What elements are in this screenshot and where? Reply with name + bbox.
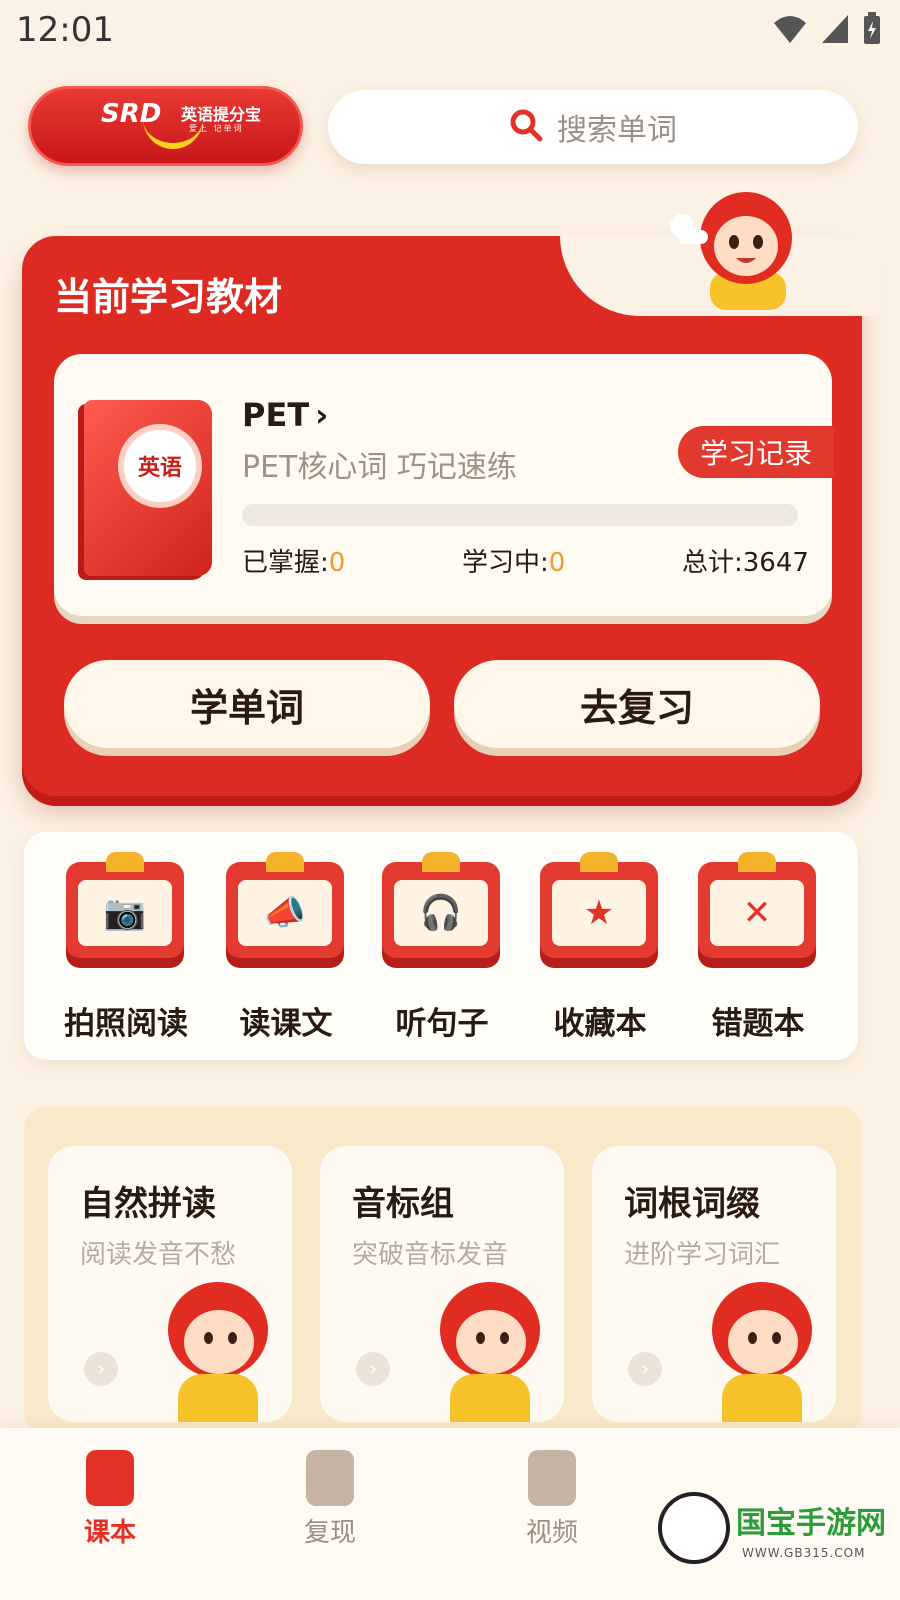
stat-mastered: 已掌握:0 <box>242 542 345 579</box>
mascot-illustration <box>162 1282 272 1422</box>
chevron-right-icon[interactable]: › <box>356 1352 390 1386</box>
chevron-right-icon[interactable]: › <box>628 1352 662 1386</box>
feature-title: 词根词缀 <box>624 1184 760 1224</box>
nav-item-review[interactable]: 复现 <box>270 1450 390 1560</box>
watermark-text: 国宝手游网 <box>736 1506 886 1541</box>
mascot-body <box>450 1374 530 1422</box>
book-title: PET <box>242 396 310 434</box>
chevron-right-icon: › <box>315 396 329 434</box>
feature-title: 自然拼读 <box>80 1184 216 1224</box>
tool-label: 拍照阅读 <box>64 1006 188 1042</box>
megaphone-icon: 📣 <box>238 880 332 946</box>
study-progress-bar <box>242 504 798 526</box>
tool-read-text[interactable]: 📣 读课文 <box>206 852 366 1042</box>
book-subtitle: PET核心词 巧记速练 <box>242 450 517 485</box>
tool-handle <box>106 852 144 872</box>
study-record-button[interactable]: 学习记录 <box>678 426 834 478</box>
app-logo: SRD 英语提分宝 爱上 记单词 <box>28 86 303 166</box>
logo-title: 英语提分宝 <box>181 105 262 124</box>
search-icon <box>509 108 543 146</box>
mascot-eye <box>476 1332 485 1344</box>
stat-total-value: 3647 <box>742 548 809 578</box>
tool-photo-reading[interactable]: 📷 拍照阅读 <box>46 852 206 1042</box>
feature-subtitle: 突破音标发音 <box>352 1240 509 1270</box>
mascot-face <box>456 1310 526 1374</box>
go-review-button[interactable]: 去复习 <box>454 660 820 748</box>
nav-item-video[interactable]: 视频 <box>492 1450 612 1560</box>
logo-subtitle: 爱上 记单词 <box>189 124 244 133</box>
book-cover-label: 英语 <box>118 424 202 508</box>
tool-label: 错题本 <box>711 1006 805 1042</box>
tool-favorites[interactable]: ★ 收藏本 <box>520 852 680 1042</box>
card-heading: 当前学习教材 <box>54 275 283 319</box>
mascot-eye <box>228 1332 237 1344</box>
stat-mastered-label: 已掌握: <box>242 548 329 578</box>
tool-handle <box>738 852 776 872</box>
mascot-eye <box>748 1332 757 1344</box>
stat-learning-value: 0 <box>548 548 566 578</box>
feature-title: 音标组 <box>352 1184 454 1224</box>
nav-label: 复现 <box>303 1518 356 1548</box>
tool-listen-sentences[interactable]: 🎧 听句子 <box>362 852 522 1042</box>
mascot-illustration <box>434 1282 544 1422</box>
mascot-eye <box>772 1332 781 1344</box>
tool-mistakes[interactable]: ✕ 错题本 <box>678 852 838 1042</box>
mascot-body <box>722 1374 802 1422</box>
wifi-icon <box>772 13 808 49</box>
nav-label: 视频 <box>525 1518 578 1548</box>
feature-card-roots-affixes[interactable]: 词根词缀 进阶学习词汇 › <box>592 1146 836 1422</box>
search-input[interactable]: 搜索单词 <box>328 90 858 164</box>
book-title-link[interactable]: PET › <box>242 396 328 434</box>
tool-handle <box>266 852 304 872</box>
learn-words-button[interactable]: 学单词 <box>64 660 430 748</box>
tool-label: 听句子 <box>395 1006 489 1042</box>
tool-handle <box>580 852 618 872</box>
mascot-eye <box>500 1332 509 1344</box>
search-placeholder: 搜索单词 <box>557 113 677 148</box>
nav-label: 课本 <box>83 1518 136 1548</box>
stat-total-label: 总计: <box>682 548 743 578</box>
feature-card-phonics[interactable]: 自然拼读 阅读发音不愁 › <box>48 1146 292 1422</box>
mascot-face <box>728 1310 798 1374</box>
battery-icon <box>862 12 882 50</box>
tool-handle <box>422 852 460 872</box>
mascot-eye <box>204 1332 213 1344</box>
stat-total: 总计:3647 <box>682 542 809 579</box>
review-icon <box>306 1450 354 1506</box>
star-icon: ★ <box>552 880 646 946</box>
feature-subtitle: 阅读发音不愁 <box>80 1240 237 1270</box>
stat-learning: 学习中:0 <box>462 542 565 579</box>
status-bar: 12:01 <box>0 0 900 62</box>
camera-icon: 📷 <box>78 880 172 946</box>
textbook-icon <box>86 1450 134 1506</box>
mascot-illustration <box>666 190 816 310</box>
mascot-body <box>178 1374 258 1422</box>
tool-label: 收藏本 <box>553 1006 647 1042</box>
chevron-right-icon[interactable]: › <box>84 1352 118 1386</box>
signal-icon <box>820 13 850 49</box>
watermark-url: WWW.GB315.COM <box>742 1546 866 1560</box>
video-icon <box>528 1450 576 1506</box>
status-icons <box>772 12 882 50</box>
feature-subtitle: 进阶学习词汇 <box>624 1240 781 1270</box>
panda-logo-icon <box>658 1492 730 1564</box>
site-watermark: 国宝手游网 WWW.GB315.COM <box>650 1484 890 1584</box>
mascot-face <box>184 1310 254 1374</box>
status-time: 12:01 <box>16 10 114 50</box>
cross-icon: ✕ <box>710 880 804 946</box>
stat-learning-label: 学习中: <box>462 548 549 578</box>
tool-label: 读课文 <box>239 1006 333 1042</box>
headphones-icon: 🎧 <box>394 880 488 946</box>
feature-card-phonetics[interactable]: 音标组 突破音标发音 › <box>320 1146 564 1422</box>
nav-item-textbook[interactable]: 课本 <box>50 1450 170 1560</box>
stat-mastered-value: 0 <box>328 548 346 578</box>
mascot-illustration <box>706 1282 816 1422</box>
